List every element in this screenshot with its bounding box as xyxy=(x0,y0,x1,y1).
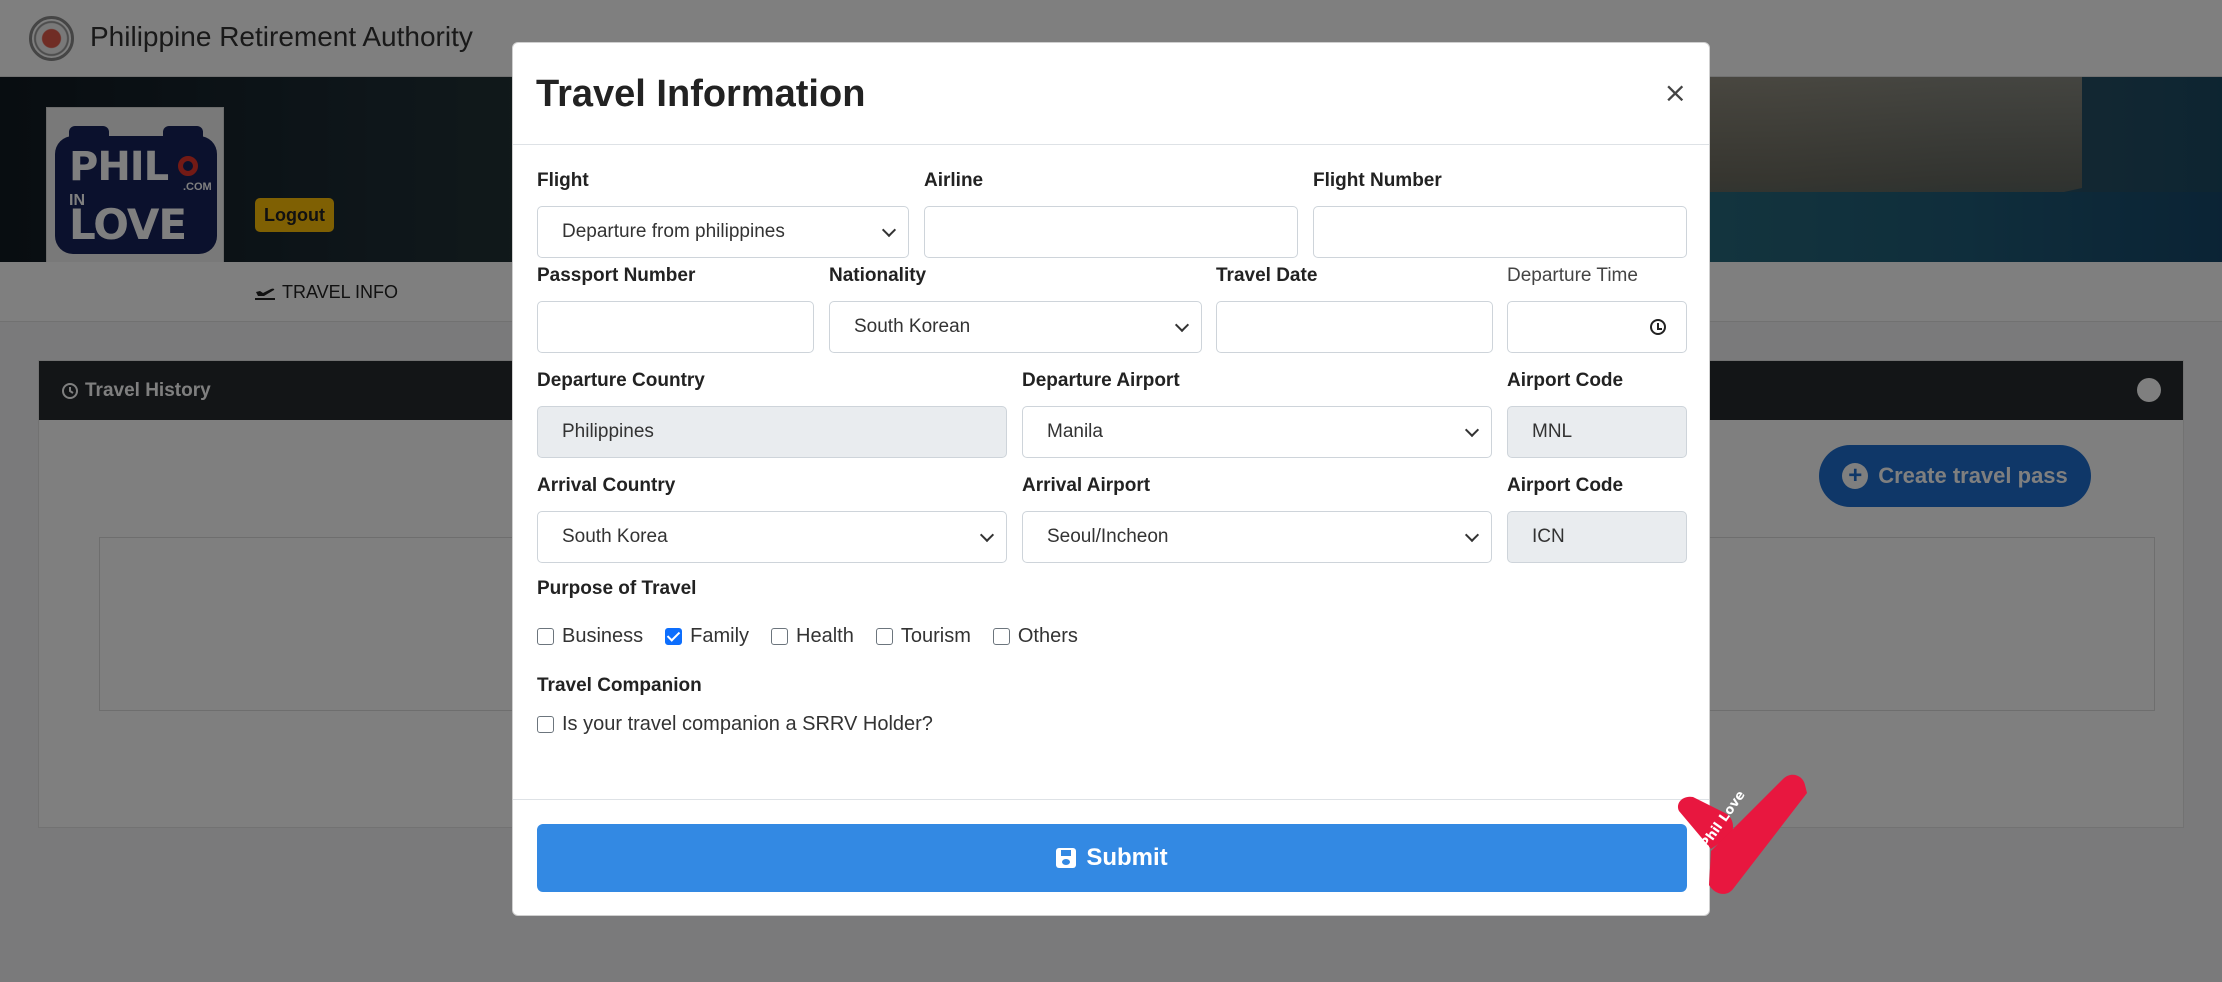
departure-airport-select[interactable]: Manila xyxy=(1022,406,1492,458)
purpose-option-business[interactable]: Business xyxy=(537,625,643,648)
arrival-country-field: Arrival Country South Korea xyxy=(537,475,1007,563)
arrival-airport-code-label: Airport Code xyxy=(1507,475,1624,496)
srrv-companion-option[interactable]: Is your travel companion a SRRV Holder? xyxy=(537,713,933,736)
clock-icon[interactable] xyxy=(1650,319,1666,335)
purpose-option-label: Tourism xyxy=(900,625,971,647)
flight-select-value: Departure from philippines xyxy=(562,221,785,242)
arrival-airport-value: Seoul/Incheon xyxy=(1047,526,1169,547)
modal-footer-divider xyxy=(513,799,1709,800)
nationality-select[interactable]: South Korean xyxy=(829,301,1202,353)
purpose-options: Business Family Health Tourism Others xyxy=(537,625,1100,648)
purpose-option-label: Family xyxy=(690,625,750,647)
travel-companion-label: Travel Companion xyxy=(537,675,702,696)
passport-number-input[interactable] xyxy=(537,301,814,353)
passport-number-field: Passport Number xyxy=(537,265,814,353)
arrival-country-value: South Korea xyxy=(562,526,668,547)
checkbox-others[interactable] xyxy=(992,628,1010,645)
chevron-down-icon xyxy=(1464,422,1480,438)
save-icon xyxy=(1056,848,1077,868)
arrival-country-select[interactable]: South Korea xyxy=(537,511,1007,563)
departure-airport-code-field: Airport Code xyxy=(1507,370,1687,458)
departure-airport-label: Departure Airport xyxy=(1022,370,1180,391)
flight-select[interactable]: Departure from philippines xyxy=(537,206,909,258)
departure-country-label: Departure Country xyxy=(537,370,705,391)
arrival-airport-field: Arrival Airport Seoul/Incheon xyxy=(1022,475,1492,563)
travel-date-input[interactable] xyxy=(1216,301,1493,353)
arrival-airport-label: Arrival Airport xyxy=(1022,475,1151,496)
nationality-select-value: South Korean xyxy=(854,316,971,337)
close-button[interactable]: × xyxy=(1664,79,1687,107)
airline-label: Airline xyxy=(924,170,984,191)
purpose-option-label: Others xyxy=(1017,625,1078,647)
purpose-of-travel-label: Purpose of Travel xyxy=(537,578,697,599)
submit-button[interactable]: Submit xyxy=(537,824,1687,892)
flight-number-label: Flight Number xyxy=(1313,170,1442,191)
departure-airport-code-label: Airport Code xyxy=(1507,370,1624,391)
modal-title: Travel Information xyxy=(536,73,866,115)
checkbox-family[interactable] xyxy=(665,628,683,645)
purpose-option-label: Business xyxy=(562,625,644,647)
modal-header: Travel Information × xyxy=(513,43,1709,145)
travel-information-modal: Travel Information × Flight Departure fr… xyxy=(512,42,1807,916)
checkbox-tourism[interactable] xyxy=(875,628,893,645)
chevron-down-icon xyxy=(1174,317,1190,333)
departure-time-input[interactable] xyxy=(1507,301,1687,353)
chevron-down-icon xyxy=(1464,527,1480,543)
passport-number-label: Passport Number xyxy=(537,265,696,286)
departure-airport-field: Departure Airport Manila xyxy=(1022,370,1492,458)
arrival-airport-select[interactable]: Seoul/Incheon xyxy=(1022,511,1492,563)
flight-number-field: Flight Number xyxy=(1313,170,1687,258)
departure-airport-code-input[interactable] xyxy=(1507,406,1687,458)
departure-time-field: Departure Time xyxy=(1507,265,1687,353)
nationality-label: Nationality xyxy=(829,265,927,286)
purpose-option-label: Health xyxy=(796,625,854,647)
checkbox-health[interactable] xyxy=(771,628,789,645)
arrival-airport-code-field: Airport Code xyxy=(1507,475,1687,563)
travel-date-label: Travel Date xyxy=(1216,265,1318,286)
arrival-country-label: Arrival Country xyxy=(537,475,676,496)
phil-love-checkmark-watermark: Phil Love xyxy=(1677,774,1807,894)
flight-number-input[interactable] xyxy=(1313,206,1687,258)
arrival-airport-code-input[interactable] xyxy=(1507,511,1687,563)
departure-airport-value: Manila xyxy=(1047,421,1103,442)
purpose-option-health[interactable]: Health xyxy=(771,625,854,648)
chevron-down-icon xyxy=(881,222,897,238)
departure-country-field: Departure Country xyxy=(537,370,1007,458)
departure-country-input[interactable] xyxy=(537,406,1007,458)
purpose-option-family[interactable]: Family xyxy=(665,625,749,648)
travel-date-field: Travel Date xyxy=(1216,265,1493,353)
purpose-option-tourism[interactable]: Tourism xyxy=(875,625,971,648)
chevron-down-icon xyxy=(979,527,995,543)
srrv-companion-question: Is your travel companion a SRRV Holder? xyxy=(562,713,933,735)
purpose-option-others[interactable]: Others xyxy=(992,625,1078,648)
departure-time-label: Departure Time xyxy=(1507,265,1638,286)
submit-label: Submit xyxy=(1086,844,1168,871)
airline-field: Airline xyxy=(924,170,1298,258)
nationality-field: Nationality South Korean xyxy=(829,265,1202,353)
checkbox-business[interactable] xyxy=(537,628,554,645)
airline-input[interactable] xyxy=(924,206,1298,258)
flight-field: Flight Departure from philippines xyxy=(537,170,909,258)
flight-label: Flight xyxy=(537,170,589,191)
checkbox-srrv-companion[interactable] xyxy=(537,716,554,733)
